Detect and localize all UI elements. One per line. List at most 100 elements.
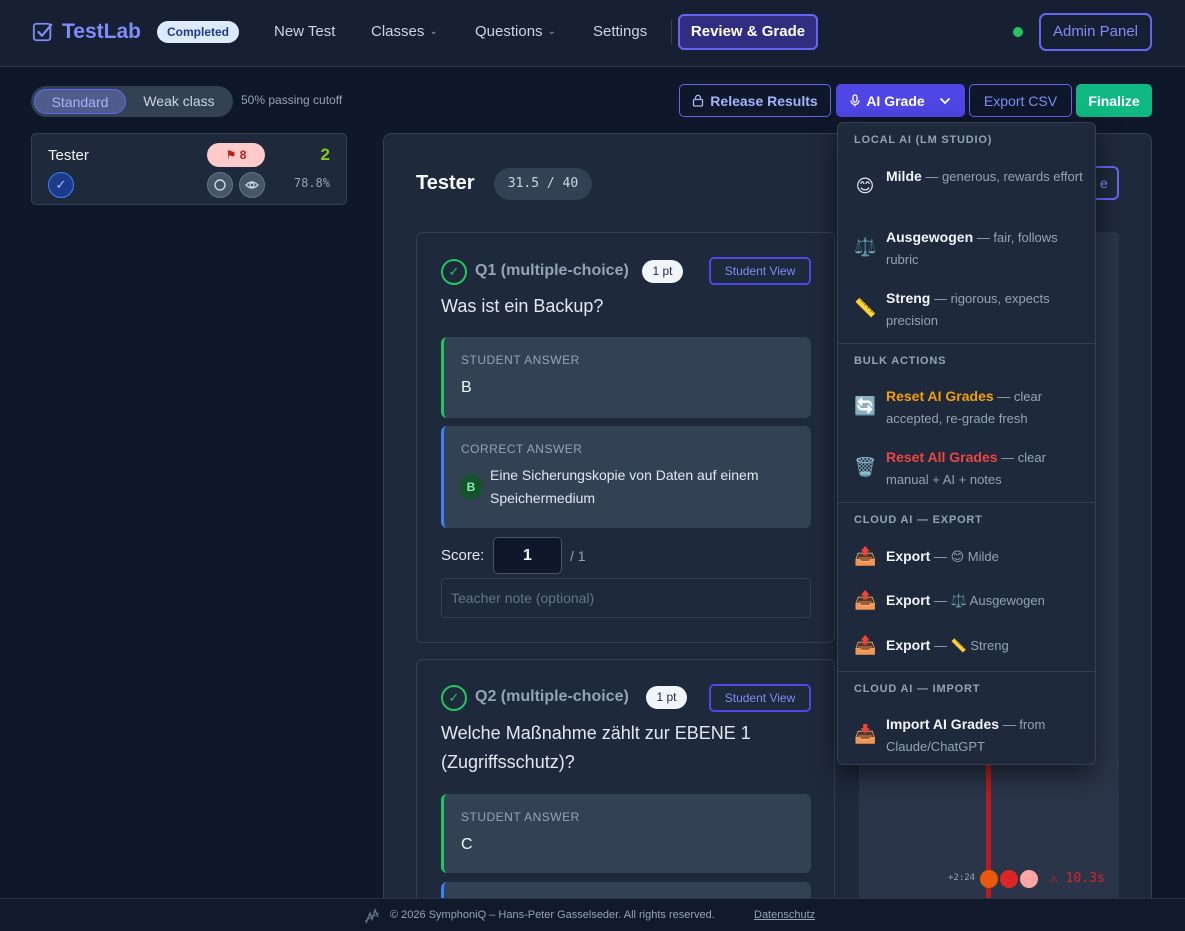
chevron-down-icon: ⌄ [547,26,556,37]
correct-check-icon: ✓ [441,259,467,285]
ai-grade-button[interactable]: AI Grade [836,84,965,117]
total-score-badge: 31.5 / 40 [494,168,592,200]
refresh-icon: 🔄 [854,396,877,416]
menu-section-import: CLOUD AI — IMPORT [854,683,981,695]
brand[interactable]: TestLab [32,20,141,44]
menu-item-reset-ai[interactable]: 🔄 Reset AI Grades — clear accepted, re-g… [838,383,1095,431]
menu-divider [838,502,1095,503]
inbox-icon: 📥 [854,724,877,744]
copyright-text: © 2026 SymphoniQ – Hans-Peter Gasselsede… [390,909,715,921]
outbox-icon: 📤 [854,590,877,610]
menu-section-local: LOCAL AI (LM STUDIO) [854,134,993,146]
nav-label: Classes [371,23,425,40]
ai-grade-menu: LOCAL AI (LM STUDIO) 😊 Milde — generous,… [837,122,1096,765]
flag-count-badge: ⚑ 8 [207,143,265,167]
student-count: 2 [320,145,330,164]
nav-label: Questions [475,23,543,40]
timeline-dot [1020,870,1038,888]
correct-check-icon: ✓ [441,685,467,711]
menu-item-desc: — ⚖️ Ausgewogen [933,593,1045,608]
checkbox-logo-icon [32,22,53,42]
circle-icon[interactable] [207,172,233,198]
menu-item-name: Streng [886,290,931,306]
menu-item-export-streng[interactable]: 📤 Export — 📏 Streng [838,630,1095,660]
timeline-bar [986,760,991,913]
menu-divider [838,671,1095,672]
nav-label: Settings [593,23,648,40]
finalize-button[interactable]: Finalize [1076,84,1152,117]
nav-classes[interactable]: Classes ⌄ [371,23,438,40]
score-max: / 1 [570,548,586,564]
timeline-warning: ⚠ 10.3s [1050,871,1105,886]
question-card: ✓ Q1 (multiple-choice) 1 pt Student View… [416,232,835,643]
menu-divider [838,343,1095,344]
online-status-dot [1013,27,1023,37]
student-view-button[interactable]: Student View [709,257,811,285]
question-title: Q2 (multiple-choice) [475,688,629,705]
correct-answer-box: CORRECT ANSWER B Eine Sicherungskopie vo… [441,426,811,528]
menu-item-desc: — 😊 Milde [933,549,999,564]
menu-item-name: Reset AI Grades [886,388,994,404]
correct-answer-text: Eine Sicherungskopie von Daten auf einem… [490,467,759,506]
menu-item-milde[interactable]: 😊 Milde — generous, rewards effort [838,163,1095,211]
score-input[interactable] [493,537,562,574]
menu-item-export-milde[interactable]: 📤 Export — 😊 Milde [838,541,1095,571]
export-csv-button[interactable]: Export CSV [969,84,1072,117]
menu-item-name: Reset All Grades [886,449,998,465]
menu-item-name: Export [886,637,931,653]
student-view-button[interactable]: Student View [709,684,811,712]
timeline-offset: +2:24 [948,873,976,883]
nav-divider [671,20,672,44]
correct-answer-label: CORRECT ANSWER [461,442,583,456]
student-name: Tester [48,147,89,164]
menu-item-name: Export [886,548,931,564]
teacher-note-input[interactable] [441,578,811,618]
menu-section-export: CLOUD AI — EXPORT [854,514,983,526]
student-answer-value: B [461,379,472,396]
footer: © 2026 SymphoniQ – Hans-Peter Gasselsede… [0,898,1185,931]
nav-questions[interactable]: Questions ⌄ [475,23,556,40]
eye-icon[interactable] [239,172,265,198]
menu-item-name: Ausgewogen [886,229,974,245]
menu-item-export-ausgewogen[interactable]: 📤 Export — ⚖️ Ausgewogen [838,585,1095,615]
smile-icon: 😊 [855,176,875,196]
points-badge: 1 pt [642,260,683,283]
timeline-dot [1000,870,1018,888]
nav-review-grade[interactable]: Review & Grade [678,14,818,50]
question-card: ✓ Q2 (multiple-choice) 1 pt Student View… [416,659,835,922]
nav-settings[interactable]: Settings [593,23,647,40]
class-mode-toggle: Standard Weak class [31,86,233,117]
trash-icon: 🗑️ [854,457,877,477]
outbox-icon: 📤 [854,635,877,655]
outbox-icon: 📤 [854,546,877,566]
brand-name: TestLab [62,20,141,43]
menu-item-desc: — 📏 Streng [933,638,1009,653]
checkmark-icon[interactable]: ✓ [48,172,74,198]
student-answer-label: STUDENT ANSWER [461,353,580,367]
points-badge: 1 pt [646,686,687,709]
privacy-link[interactable]: Datenschutz [754,909,815,921]
menu-item-ausgewogen[interactable]: ⚖️ Ausgewogen — fair, follows rubric [838,224,1095,272]
nav-new-test[interactable]: New Test [274,23,335,40]
menu-item-import[interactable]: 📥 Import AI Grades — from Claude/ChatGPT [838,711,1095,759]
release-results-button[interactable]: Release Results [679,84,831,117]
menu-section-bulk: BULK ACTIONS [854,355,947,367]
correct-answer-letter: B [460,474,482,500]
flag-icon: ⚑ [225,148,237,162]
admin-panel-button[interactable]: Admin Panel [1039,13,1152,51]
mode-standard-option[interactable]: Standard [34,89,126,114]
review-student-name: Tester [416,172,475,194]
menu-item-streng[interactable]: 📏 Streng — rigorous, expects precision [838,285,1095,333]
student-answer-label: STUDENT ANSWER [461,810,580,824]
chevron-down-icon [939,97,950,104]
ai-grade-label: AI Grade [866,92,925,109]
student-answer-value: C [461,836,473,853]
lock-icon [693,94,704,107]
release-label: Release Results [710,92,818,109]
menu-item-reset-all[interactable]: 🗑️ Reset All Grades — clear manual + AI … [838,444,1095,492]
question-title: Q1 (multiple-choice) [475,262,629,279]
mode-weak-class-option[interactable]: Weak class [131,89,227,114]
student-answer-box: STUDENT ANSWER C [441,794,811,873]
student-card[interactable]: Tester ⚑ 8 2 ✓ 78.8% [31,133,347,205]
nav-label: New Test [274,23,336,40]
